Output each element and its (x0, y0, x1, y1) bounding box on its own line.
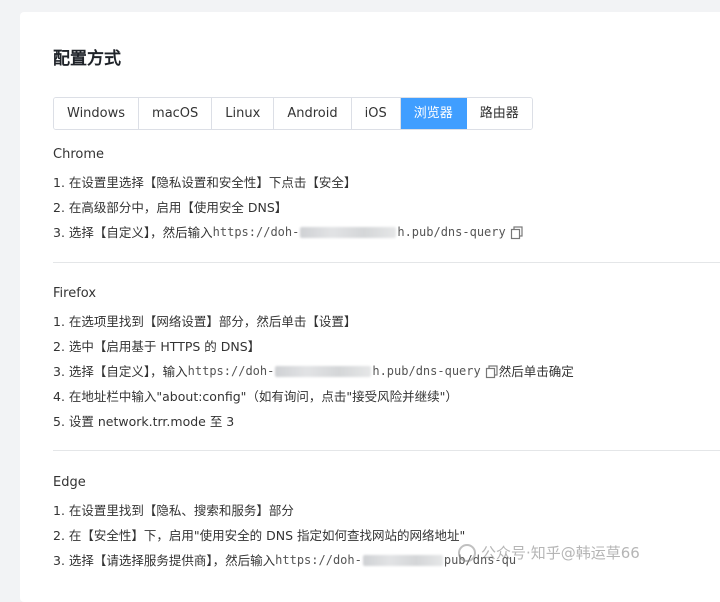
chrome-url-start: https://doh- (212, 225, 300, 239)
firefox-step-4: 4. 在地址栏中输入"about:config"（如有询问，点击"接受风险并继续… (53, 389, 458, 404)
section-divider (53, 262, 720, 263)
copy-icon[interactable] (485, 364, 499, 379)
section-divider (53, 450, 720, 451)
config-card: 配置方式 Windows macOS Linux Android iOS 浏览器… (20, 12, 720, 602)
tab-linux[interactable]: Linux (212, 98, 275, 129)
edge-url-start: https://doh- (275, 553, 362, 567)
firefox-doh-url[interactable]: https://doh- h.pub/dns-query (188, 359, 481, 384)
redacted-block (362, 555, 443, 566)
firefox-step-5: 5. 设置 network.trr.mode 至 3 (53, 414, 235, 429)
wechat-icon (458, 543, 476, 562)
firefox-heading: Firefox (53, 286, 97, 301)
firefox-step-1: 1. 在选项里找到【网络设置】部分，然后单击【设置】 (53, 314, 357, 329)
edge-heading: Edge (53, 475, 86, 490)
firefox-url-start: https://doh- (187, 364, 275, 378)
firefox-step-3-suffix: 然后单击确定 (498, 364, 574, 379)
tab-browser[interactable]: 浏览器 (400, 98, 467, 129)
redacted-block (275, 366, 372, 377)
platform-tabs: Windows macOS Linux Android iOS 浏览器 路由器 (53, 97, 533, 130)
watermark-text: 公众号·知乎@韩运草66 (481, 544, 640, 562)
watermark: 公众号·知乎@韩运草66 (458, 542, 640, 563)
firefox-step-2: 2. 选中【启用基于 HTTPS 的 DNS】 (53, 339, 261, 354)
copy-icon[interactable] (510, 225, 524, 240)
tab-router[interactable]: 路由器 (466, 98, 532, 129)
tab-macos[interactable]: macOS (139, 98, 213, 129)
chrome-doh-url[interactable]: https://doh- h.pub/dns-query (213, 220, 506, 245)
chrome-step-1: 1. 在设置里选择【隐私设置和安全性】下点击【安全】 (53, 175, 357, 190)
chrome-step-3-text: 3. 选择【自定义】，然后输入 (53, 225, 213, 240)
edge-step-1: 1. 在设置里找到【隐私、搜索和服务】部分 (53, 503, 294, 518)
edge-step-3-text: 3. 选择【请选择服务提供商】，然后输入 (53, 553, 276, 568)
chrome-section: Chrome 1. 在设置里选择【隐私设置和安全性】下点击【安全】 2. 在高级… (53, 145, 713, 245)
firefox-section: Firefox 1. 在选项里找到【网络设置】部分，然后单击【设置】 2. 选中… (53, 284, 713, 434)
tab-windows[interactable]: Windows (54, 98, 140, 129)
firefox-step-3-text: 3. 选择【自定义】，输入 (53, 364, 188, 379)
firefox-url-end: h.pub/dns-query (372, 364, 481, 378)
redacted-block (300, 227, 397, 238)
tab-android[interactable]: Android (274, 98, 352, 129)
chrome-url-end: h.pub/dns-query (397, 225, 506, 239)
page-title: 配置方式 (53, 49, 121, 69)
tab-ios[interactable]: iOS (351, 98, 401, 129)
chrome-step-3: 3. 选择【自定义】，然后输入 https://doh- h.pub/dns-q… (53, 220, 713, 245)
firefox-step-3: 3. 选择【自定义】，输入 https://doh- h.pub/dns-que… (53, 359, 713, 384)
chrome-step-2: 2. 在高级部分中，启用【使用安全 DNS】 (53, 200, 288, 215)
chrome-heading: Chrome (53, 147, 104, 162)
